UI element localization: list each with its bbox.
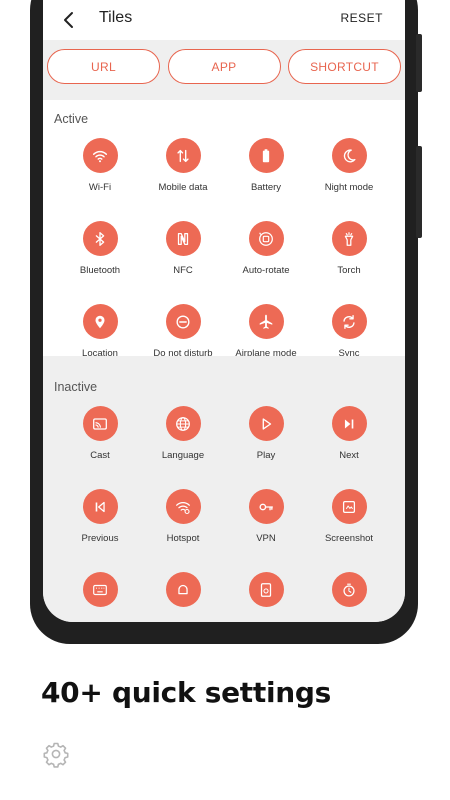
auto-rotate-icon — [248, 221, 284, 256]
globe-icon — [165, 406, 201, 441]
inactive-tile[interactable]: Hotspot — [141, 489, 225, 544]
type-tabs: URL APP SHORTCUT — [43, 49, 405, 84]
tab-url[interactable]: URL — [47, 49, 160, 84]
screenshot-icon — [331, 489, 367, 524]
inactive-tile[interactable]: Language — [141, 406, 225, 461]
active-section: Active Wi-Fi Mobile data Battery Night mode… — [43, 100, 405, 359]
tab-shortcut[interactable]: SHORTCUT — [288, 49, 401, 84]
tab-app[interactable]: APP — [167, 49, 281, 84]
inactive-tile[interactable]: Play — [224, 406, 308, 461]
wifi-icon — [82, 138, 118, 173]
page-title: Tiles — [99, 9, 133, 26]
sync-icon — [331, 304, 367, 339]
tile-label: Auto-rotate — [242, 265, 290, 276]
moon-icon — [331, 138, 367, 173]
inactive-tile[interactable] — [141, 572, 225, 616]
stopwatch-icon — [331, 572, 367, 607]
battery-icon — [248, 138, 284, 173]
play-icon — [248, 406, 284, 441]
bell-icon — [165, 572, 201, 607]
active-tile[interactable]: Bluetooth — [58, 221, 142, 276]
inactive-section-title: Inactive — [54, 380, 98, 394]
phone-frame: Tiles RESET URL APP SHORTCUT Active Wi-F… — [30, 0, 422, 644]
torch-icon — [331, 221, 367, 256]
back-arrow-icon[interactable] — [59, 10, 79, 30]
active-tile[interactable]: Torch — [307, 221, 391, 276]
tile-label: Mobile data — [158, 182, 208, 193]
power-button — [416, 146, 422, 238]
tile-label: Language — [161, 450, 205, 461]
active-section-title: Active — [54, 112, 89, 126]
inactive-tile[interactable]: Previous — [58, 489, 142, 544]
bluetooth-icon — [82, 221, 118, 256]
promo-headline: 40+ quick settings — [41, 676, 331, 709]
active-tile[interactable]: NFC — [141, 221, 225, 276]
volume-button — [416, 34, 422, 92]
location-pin-icon — [82, 304, 118, 339]
skip-previous-icon — [82, 489, 118, 524]
skip-next-icon — [331, 406, 367, 441]
airplane-icon — [248, 304, 284, 339]
active-tile[interactable]: Wi-Fi — [58, 138, 142, 193]
tile-label: Torch — [337, 265, 361, 276]
tile-label: Play — [256, 450, 276, 461]
timer-screen-icon — [248, 572, 284, 607]
tile-label: Bluetooth — [79, 265, 121, 276]
vpn-key-icon — [248, 489, 284, 524]
active-tile[interactable]: Night mode — [307, 138, 391, 193]
active-tile[interactable]: Do not disturb — [141, 304, 225, 359]
tile-label: Previous — [81, 533, 119, 544]
reset-button[interactable]: RESET — [340, 11, 383, 25]
active-tile[interactable]: Sync — [307, 304, 391, 359]
cast-icon — [82, 406, 118, 441]
mobile-data-icon — [165, 138, 201, 173]
tile-label: Night mode — [324, 182, 374, 193]
inactive-tile[interactable] — [58, 572, 142, 616]
inactive-tile[interactable]: Screenshot — [307, 489, 391, 544]
tile-label: NFC — [173, 265, 193, 276]
phone-screen: Tiles RESET URL APP SHORTCUT Active Wi-F… — [43, 0, 405, 622]
gear-icon — [43, 742, 69, 768]
inactive-tile[interactable] — [224, 572, 308, 616]
tile-label: Cast — [90, 450, 110, 461]
active-tile[interactable]: Location — [58, 304, 142, 359]
tile-label: Screenshot — [324, 533, 374, 544]
do-not-disturb-icon — [165, 304, 201, 339]
inactive-section: Inactive Cast Language Play Next Previous Hot… — [43, 356, 405, 622]
tile-label: VPN — [256, 533, 276, 544]
inactive-tile[interactable]: Next — [307, 406, 391, 461]
keyboard-icon — [82, 572, 118, 607]
active-tile[interactable]: Mobile data — [141, 138, 225, 193]
inactive-tile[interactable]: VPN — [224, 489, 308, 544]
app-bar: Tiles RESET — [43, 0, 405, 40]
active-tile[interactable]: Airplane mode — [224, 304, 308, 359]
inactive-tile[interactable] — [307, 572, 391, 616]
hotspot-icon — [165, 489, 201, 524]
tile-label: Battery — [250, 182, 282, 193]
tile-label: Hotspot — [166, 533, 200, 544]
active-tile[interactable]: Auto-rotate — [224, 221, 308, 276]
tile-label: Wi-Fi — [88, 182, 112, 193]
nfc-icon — [165, 221, 201, 256]
inactive-tile[interactable]: Cast — [58, 406, 142, 461]
tile-label: Next — [339, 450, 359, 461]
active-tile[interactable]: Battery — [224, 138, 308, 193]
